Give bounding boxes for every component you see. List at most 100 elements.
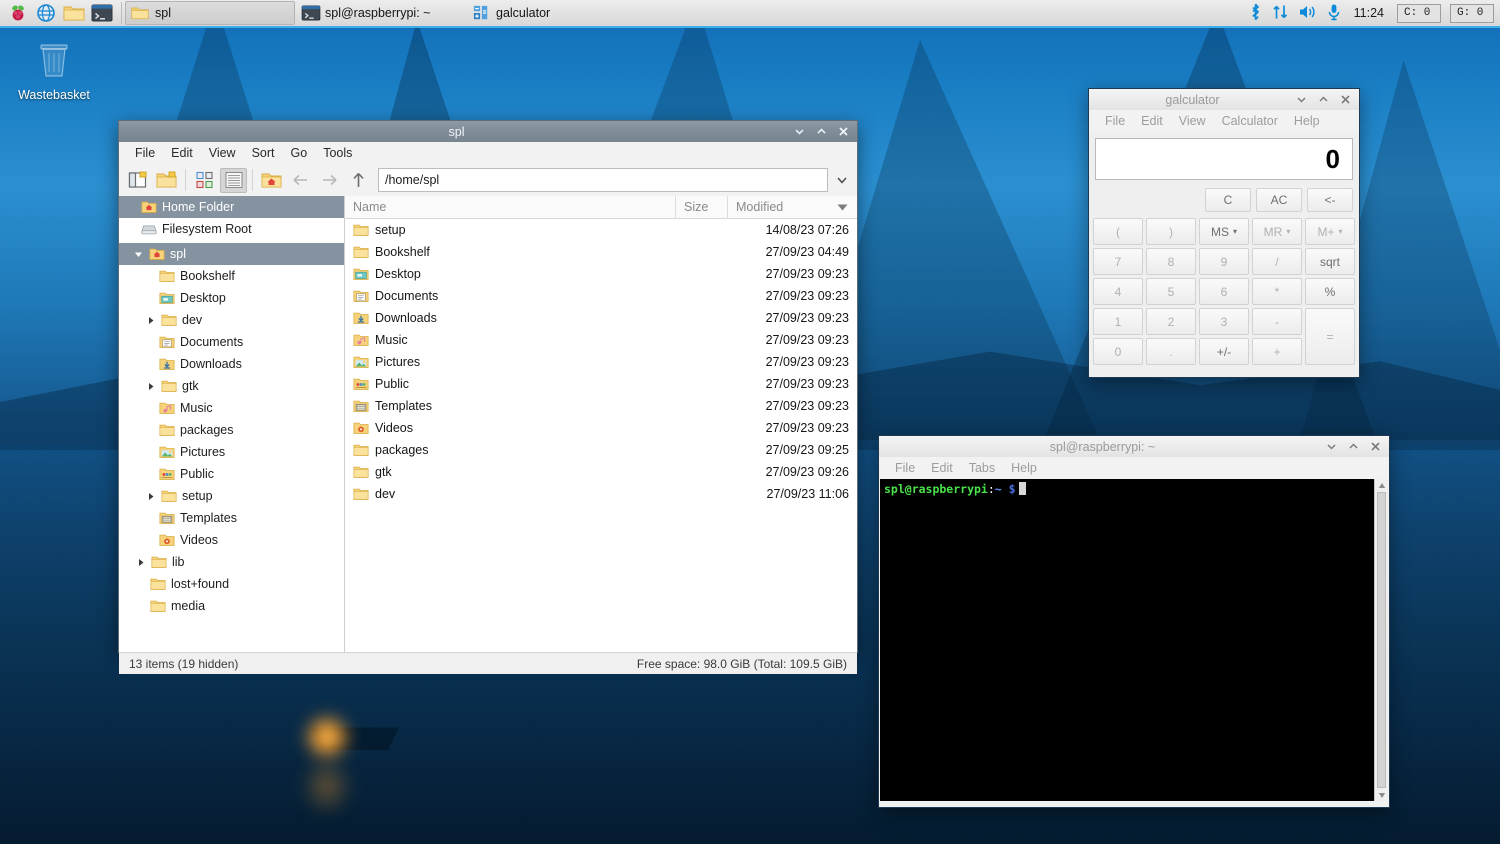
- calc-button-mplus[interactable]: M+ ▾: [1305, 218, 1355, 245]
- calc-button-mr[interactable]: MR ▾: [1252, 218, 1302, 245]
- menu-view[interactable]: View: [201, 144, 244, 162]
- network-updown-icon[interactable]: [1272, 3, 1289, 24]
- chevron-down-icon[interactable]: [133, 249, 144, 260]
- scroll-down-icon[interactable]: [1375, 789, 1389, 801]
- table-row[interactable]: Desktop 27/09/23 09:23: [345, 263, 857, 285]
- chevron-right-icon[interactable]: [145, 315, 156, 326]
- menu-go[interactable]: Go: [283, 144, 316, 162]
- sidebar-item-bookshelf[interactable]: Bookshelf: [119, 265, 344, 287]
- file-manager-icon[interactable]: [61, 1, 86, 25]
- sidebar-item-lib[interactable]: lib: [119, 551, 344, 573]
- terminal-scrollbar[interactable]: [1374, 479, 1388, 801]
- file-name-cell[interactable]: gtk: [345, 465, 675, 479]
- menu-file[interactable]: File: [887, 459, 923, 477]
- calc-button-divide[interactable]: /: [1252, 248, 1302, 275]
- file-list-rows[interactable]: setup 14/08/23 07:26 Bookshelf 27/09/23 …: [345, 219, 857, 652]
- menu-calculator[interactable]: Calculator: [1214, 112, 1286, 130]
- file-name-cell[interactable]: Bookshelf: [345, 245, 675, 259]
- file-name-cell[interactable]: packages: [345, 443, 675, 457]
- sidebar-item-dev[interactable]: dev: [119, 309, 344, 331]
- minimize-icon[interactable]: [1296, 94, 1307, 105]
- calc-button-1[interactable]: 1: [1093, 308, 1143, 335]
- column-header-modified[interactable]: Modified: [727, 195, 827, 219]
- terminal-output[interactable]: spl@raspberrypi:~ $: [880, 479, 1374, 801]
- sidebar-item-media[interactable]: media: [119, 595, 344, 617]
- sidebar-item-public[interactable]: Public: [119, 463, 344, 485]
- path-entry[interactable]: /home/spl: [378, 168, 828, 192]
- file-name-cell[interactable]: Music: [345, 333, 675, 347]
- menu-view[interactable]: View: [1171, 112, 1214, 130]
- scroll-up-icon[interactable]: [1375, 479, 1389, 491]
- table-row[interactable]: Documents 27/09/23 09:23: [345, 285, 857, 307]
- file-name-cell[interactable]: Downloads: [345, 311, 675, 325]
- table-row[interactable]: Pictures 27/09/23 09:23: [345, 351, 857, 373]
- sort-descending-icon[interactable]: [827, 196, 857, 219]
- menu-edit[interactable]: Edit: [923, 459, 961, 477]
- galculator-titlebar[interactable]: galculator: [1089, 89, 1359, 110]
- sidebar-item-downloads[interactable]: Downloads: [119, 353, 344, 375]
- sidebar-item-packages[interactable]: packages: [119, 419, 344, 441]
- terminal-icon[interactable]: [89, 1, 114, 25]
- calc-button-6[interactable]: 6: [1199, 278, 1249, 305]
- minimize-icon[interactable]: [1326, 441, 1337, 452]
- home-button[interactable]: [258, 168, 285, 193]
- menu-help[interactable]: Help: [1286, 112, 1328, 130]
- sidebar-item-gtk[interactable]: gtk: [119, 375, 344, 397]
- menu-edit[interactable]: Edit: [163, 144, 201, 162]
- calc-button-9[interactable]: 9: [1199, 248, 1249, 275]
- calc-button-sign[interactable]: +/-: [1199, 338, 1249, 365]
- maximize-icon[interactable]: [1348, 441, 1359, 452]
- file-name-cell[interactable]: Public: [345, 377, 675, 391]
- file-manager-titlebar[interactable]: spl: [119, 121, 857, 142]
- calc-button-sqrt[interactable]: sqrt: [1305, 248, 1355, 275]
- forward-button[interactable]: [316, 168, 343, 193]
- file-manager-sidebar[interactable]: Home Folder Filesystem Root spl Bookshel…: [119, 196, 345, 652]
- table-row[interactable]: Bookshelf 27/09/23 04:49: [345, 241, 857, 263]
- taskbar-task-galculator[interactable]: galculator: [467, 1, 637, 25]
- table-row[interactable]: setup 14/08/23 07:26: [345, 219, 857, 241]
- microphone-icon[interactable]: [1327, 3, 1341, 24]
- close-icon[interactable]: [1340, 94, 1351, 105]
- sidebar-item-lost-found[interactable]: lost+found: [119, 573, 344, 595]
- menu-tools[interactable]: Tools: [315, 144, 360, 162]
- maximize-icon[interactable]: [816, 126, 827, 137]
- desktop-icon-wastebasket[interactable]: Wastebasket: [6, 36, 102, 102]
- sidebar-item-templates[interactable]: Templates: [119, 507, 344, 529]
- menu-help[interactable]: Help: [1003, 459, 1045, 477]
- close-icon[interactable]: [1370, 441, 1381, 452]
- volume-icon[interactable]: [1298, 3, 1318, 24]
- calc-button-close-paren[interactable]: ): [1146, 218, 1196, 245]
- calc-button-open-paren[interactable]: (: [1093, 218, 1143, 245]
- back-button[interactable]: [287, 168, 314, 193]
- table-row[interactable]: packages 27/09/23 09:25: [345, 439, 857, 461]
- chevron-right-icon[interactable]: [135, 557, 146, 568]
- menu-tabs[interactable]: Tabs: [961, 459, 1003, 477]
- calc-button-0[interactable]: 0: [1093, 338, 1143, 365]
- path-dropdown-button[interactable]: [832, 174, 852, 186]
- sidebar-item-home-folder[interactable]: Home Folder: [119, 196, 344, 218]
- icon-view-button[interactable]: [191, 168, 218, 193]
- menu-sort[interactable]: Sort: [244, 144, 283, 162]
- new-tab-button[interactable]: [124, 168, 151, 193]
- calc-button-3[interactable]: 3: [1199, 308, 1249, 335]
- calc-button-backspace[interactable]: <-: [1307, 188, 1353, 212]
- sidebar-item-spl[interactable]: spl: [119, 243, 344, 265]
- scrollbar-thumb[interactable]: [1377, 492, 1386, 788]
- file-name-cell[interactable]: Desktop: [345, 267, 675, 281]
- calc-button-minus[interactable]: -: [1252, 308, 1302, 335]
- bluetooth-icon[interactable]: [1248, 3, 1263, 24]
- calc-button-7[interactable]: 7: [1093, 248, 1143, 275]
- new-folder-button[interactable]: [153, 168, 180, 193]
- up-button[interactable]: [345, 168, 372, 193]
- terminal-body[interactable]: spl@raspberrypi:~ $: [880, 479, 1388, 801]
- file-name-cell[interactable]: Pictures: [345, 355, 675, 369]
- table-row[interactable]: dev 27/09/23 11:06: [345, 483, 857, 505]
- file-name-cell[interactable]: Templates: [345, 399, 675, 413]
- calc-button-all-clear[interactable]: AC: [1256, 188, 1302, 212]
- sidebar-item-music[interactable]: Music: [119, 397, 344, 419]
- calc-button-5[interactable]: 5: [1146, 278, 1196, 305]
- menu-file[interactable]: File: [1097, 112, 1133, 130]
- menu-file[interactable]: File: [127, 144, 163, 162]
- calc-button-ms[interactable]: MS ▾: [1199, 218, 1249, 245]
- file-name-cell[interactable]: Documents: [345, 289, 675, 303]
